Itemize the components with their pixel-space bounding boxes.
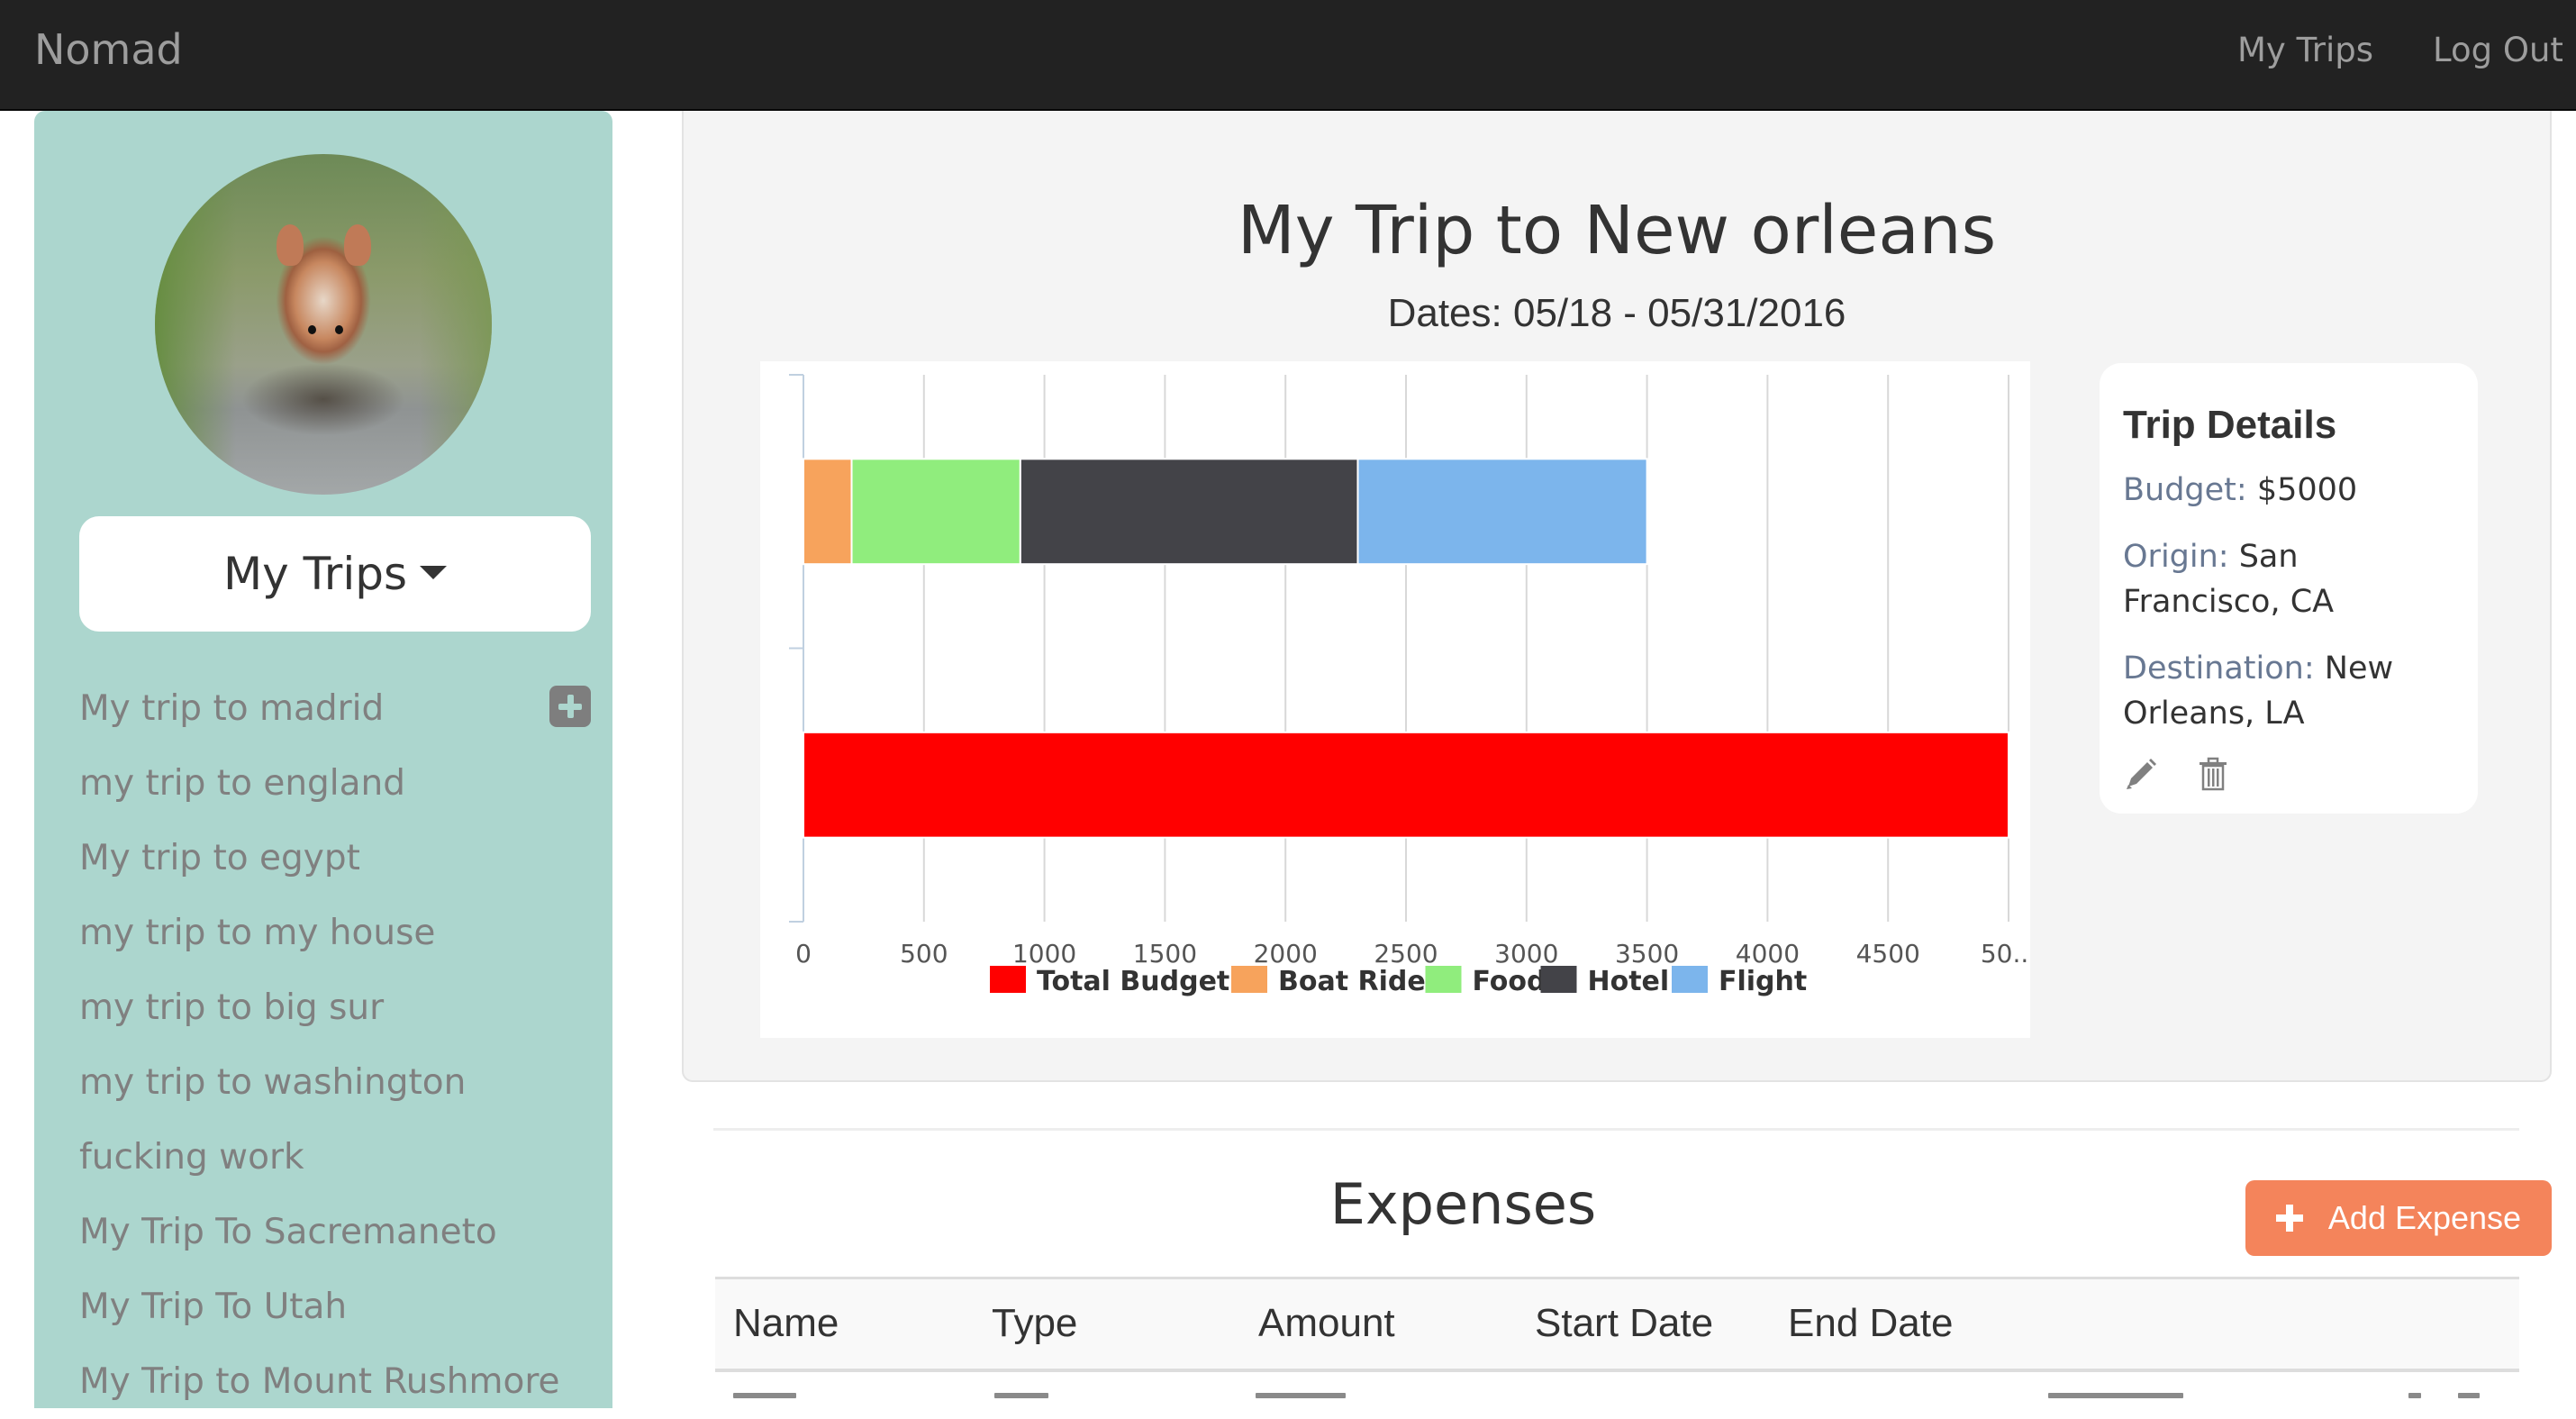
bar-flight — [1356, 458, 1648, 566]
expenses-title: Expenses — [1329, 1171, 1597, 1237]
trip-detail-actions — [2123, 756, 2231, 792]
trip-list-item[interactable]: my trip to my house — [79, 896, 602, 970]
trip-list-item[interactable]: my trip to washington — [79, 1045, 602, 1120]
column-header-start-date[interactable]: Start Date — [1517, 1278, 1770, 1370]
x-tick-label: 1500 — [1133, 939, 1197, 969]
trip-list-item[interactable]: My Trip To Sacremaneto — [79, 1195, 602, 1269]
trip-details-card: Trip Details Budget: $5000 Origin: San F… — [2100, 363, 2478, 814]
top-navbar: Nomad My Trips Log Out — [0, 0, 2576, 111]
destination-row: Destination: New Orleans, LA — [2123, 646, 2454, 736]
bar-total-budget — [803, 731, 2009, 839]
legend-label: Boat Ride — [1278, 966, 1426, 997]
section-divider — [713, 1128, 2519, 1131]
caret-down-icon — [420, 565, 448, 579]
add-expense-button[interactable]: Add Expense — [2245, 1180, 2552, 1256]
budget-row: Budget: $5000 — [2123, 468, 2454, 513]
brand-logo[interactable]: Nomad — [34, 25, 183, 74]
origin-row: Origin: San Francisco, CA — [2123, 534, 2454, 624]
x-tick-label: 0 — [795, 939, 812, 969]
column-header-type[interactable]: Type — [974, 1278, 1240, 1370]
trash-icon[interactable] — [2195, 756, 2231, 792]
column-header-amount[interactable]: Amount — [1240, 1278, 1517, 1370]
legend-swatch — [990, 966, 1026, 993]
pencil-icon[interactable] — [2123, 756, 2159, 792]
origin-label: Origin: — [2123, 539, 2229, 575]
add-expense-label: Add Expense — [2327, 1199, 2522, 1236]
trip-list-item[interactable]: my trip to big sur — [79, 970, 602, 1045]
legend-label: Flight — [1719, 966, 1807, 997]
nav-logout-link[interactable]: Log Out — [2433, 31, 2563, 69]
expenses-table: Name Type Amount Start Date End Date — [715, 1277, 2519, 1372]
avatar-grass-right — [420, 154, 492, 495]
legend-label: Hotel — [1588, 966, 1670, 997]
bar-food — [850, 458, 1021, 566]
budget-chart-svg: 0 500 1000 1500 2000 2500 3000 3500 4000 4500 50..… — [789, 374, 2030, 997]
partial-cell-text — [2048, 1393, 2183, 1398]
my-trips-dropdown-label: My Trips — [222, 548, 408, 600]
x-tick-label: 500 — [900, 939, 948, 969]
avatar-grass-left — [155, 154, 236, 495]
x-tick-label: 4000 — [1736, 939, 1800, 969]
legend-swatch — [1672, 966, 1708, 993]
avatar — [155, 154, 492, 495]
bar-hotel — [1019, 458, 1359, 566]
x-tick-label: 2000 — [1254, 939, 1318, 969]
trip-list-item[interactable]: My Trip To Utah — [79, 1269, 602, 1344]
avatar-eye-left — [308, 325, 316, 334]
trip-dates: Dates: 05/18 - 05/31/2016 — [1387, 291, 1846, 335]
partial-edit-icon[interactable] — [2408, 1393, 2421, 1398]
column-header-name[interactable]: Name — [715, 1278, 974, 1370]
destination-label: Destination: — [2123, 650, 2315, 687]
trip-list: My trip to madrid my trip to england My … — [79, 671, 602, 1419]
avatar-ear-left — [277, 224, 304, 266]
x-tick-label: 1000 — [1012, 939, 1076, 969]
sidebar: My Trips My trip to madrid my trip to en… — [34, 111, 612, 1408]
table-row[interactable] — [715, 1387, 2519, 1398]
x-tick-label: 3000 — [1494, 939, 1558, 969]
legend-label: Total Budget — [1037, 966, 1229, 997]
bar-boat-ride — [803, 458, 853, 566]
trip-list-item[interactable]: fucking work — [79, 1120, 602, 1195]
budget-chart: 0 500 1000 1500 2000 2500 3000 3500 4000 4500 50..… — [760, 361, 2030, 1038]
trip-list-item[interactable]: My trip to egypt — [79, 821, 602, 896]
trip-overview-panel: My Trip to New orleans Dates: 05/18 - 05… — [682, 111, 2552, 1082]
partial-cell-text — [994, 1393, 1048, 1398]
x-tick-label: 4500 — [1856, 939, 1920, 969]
plus-icon — [2275, 1205, 2303, 1232]
trip-details-title: Trip Details — [2123, 403, 2337, 447]
legend-label: Food — [1473, 966, 1547, 997]
legend-swatch — [1425, 966, 1462, 993]
partial-trash-icon[interactable] — [2458, 1393, 2480, 1398]
budget-value: $5000 — [2256, 472, 2358, 508]
trip-title: My Trip to New orleans — [1237, 192, 1997, 269]
expenses-table-header: Name Type Amount Start Date End Date — [715, 1278, 2519, 1370]
partial-cell-text — [733, 1393, 796, 1398]
my-trips-dropdown[interactable]: My Trips — [79, 516, 591, 632]
column-header-end-date[interactable]: End Date — [1770, 1278, 2040, 1370]
x-tick-label: 3500 — [1615, 939, 1679, 969]
avatar-ear-right — [344, 224, 371, 266]
budget-label: Budget: — [2123, 472, 2247, 508]
partial-cell-text — [1256, 1393, 1346, 1398]
column-header-actions — [2040, 1278, 2519, 1370]
legend-swatch — [1231, 966, 1267, 993]
trip-list-item[interactable]: My Trip to Mount Rushmore — [79, 1344, 602, 1419]
legend-swatch — [1540, 966, 1577, 993]
trip-list-item[interactable]: My trip to madrid — [79, 671, 602, 746]
x-tick-label: 50... — [1981, 939, 2030, 969]
trip-list-item[interactable]: my trip to england — [79, 746, 602, 821]
x-tick-label: 2500 — [1374, 939, 1438, 969]
avatar-eye-right — [335, 325, 343, 334]
nav-my-trips-link[interactable]: My Trips — [2237, 31, 2373, 69]
